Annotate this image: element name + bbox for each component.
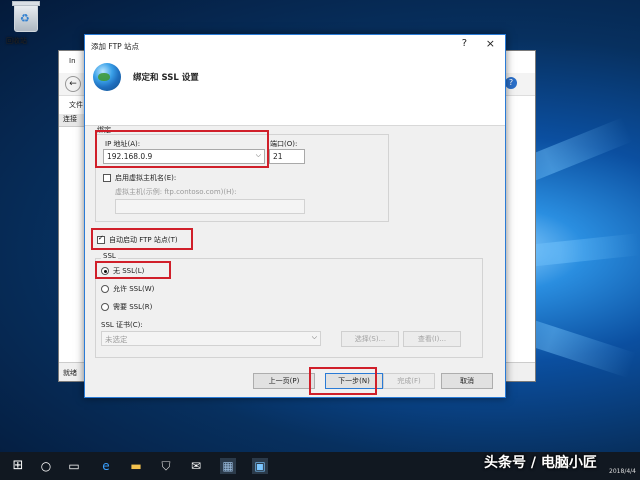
recycle-bin-icon: ♻	[12, 1, 40, 32]
highlight-ip-address	[95, 130, 269, 168]
file-explorer-icon[interactable]: ▬	[128, 458, 144, 474]
ssl-option-allow-radio[interactable]	[101, 285, 109, 293]
port-label: 端口(O):	[270, 140, 298, 148]
ssl-view-button[interactable]: 查看(I)...	[403, 331, 461, 347]
port-input[interactable]: 21	[269, 149, 305, 164]
clock-date[interactable]: 2018/4/4	[609, 468, 636, 475]
finish-button[interactable]: 完成(F)	[383, 373, 435, 389]
highlight-autostart	[91, 228, 193, 250]
highlight-no-ssl	[95, 261, 171, 279]
server-manager-icon[interactable]: ▦	[220, 458, 236, 474]
ssl-cert-select[interactable]: 未选定 ⌵	[101, 331, 321, 346]
dialog-help-button[interactable]: ?	[462, 38, 467, 49]
dialog-title: 添加 FTP 站点	[91, 42, 140, 51]
ssl-cert-value: 未选定	[105, 335, 128, 344]
ssl-option-allow-label: 允许 SSL(W)	[113, 285, 155, 293]
status-text: 就绪	[63, 369, 77, 377]
task-view-icon[interactable]: ▭	[66, 458, 82, 474]
help-icon[interactable]: ?	[505, 77, 517, 89]
ssl-group-label: SSL	[101, 252, 118, 260]
previous-button[interactable]: 上一页(P)	[253, 373, 315, 389]
edge-icon[interactable]: e	[98, 458, 114, 474]
add-ftp-site-dialog[interactable]: 添加 FTP 站点 ? × 绑定和 SSL 设置 绑定 IP 地址(A): 19…	[84, 34, 506, 398]
search-icon[interactable]: ○	[38, 458, 54, 474]
dialog-header-title: 绑定和 SSL 设置	[133, 73, 199, 83]
menu-file[interactable]: 文件	[69, 100, 83, 110]
virtual-host-input[interactable]	[115, 199, 305, 214]
ssl-option-require-radio[interactable]	[101, 303, 109, 311]
ssl-cert-label: SSL 证书(C):	[101, 321, 143, 329]
chevron-down-icon: ⌵	[311, 333, 317, 341]
iis-title: In	[69, 57, 76, 65]
actions-pane	[504, 114, 535, 363]
connections-header: 连接	[59, 114, 85, 127]
dialog-body: 绑定 IP 地址(A): 192.168.0.9 ⌵ 端口(O): 21 启用虚…	[85, 126, 505, 397]
port-value: 21	[273, 152, 283, 161]
highlight-next	[309, 367, 377, 395]
virtual-host-checkbox[interactable]	[103, 174, 111, 182]
ssl-option-require-label: 需要 SSL(R)	[113, 303, 153, 311]
recycle-bin[interactable]: ♻ 回收站	[6, 1, 46, 45]
dialog-close-button[interactable]: ×	[486, 37, 495, 50]
virtual-host-hint: 虚拟主机(示例: ftp.contoso.com)(H):	[115, 188, 237, 196]
back-icon[interactable]: ←	[65, 76, 81, 92]
dialog-header: 绑定和 SSL 设置	[85, 57, 505, 126]
start-windows-icon[interactable]: ⊞	[10, 458, 26, 474]
recycle-bin-label: 回收站	[6, 37, 27, 45]
ssl-select-button[interactable]: 选择(S)...	[341, 331, 399, 347]
dialog-titlebar: 添加 FTP 站点 ? ×	[85, 35, 505, 57]
iis-manager-icon[interactable]: ▣	[252, 458, 268, 474]
globe-icon	[93, 63, 121, 91]
connections-pane: 连接	[59, 114, 86, 363]
virtual-host-label: 启用虚拟主机名(E):	[115, 174, 177, 182]
store-icon[interactable]: ⛉	[158, 458, 174, 474]
watermark-text: 头条号 / 电脑小匠	[484, 455, 597, 471]
mail-icon[interactable]: ✉	[188, 458, 204, 474]
cancel-button[interactable]: 取消	[441, 373, 493, 389]
